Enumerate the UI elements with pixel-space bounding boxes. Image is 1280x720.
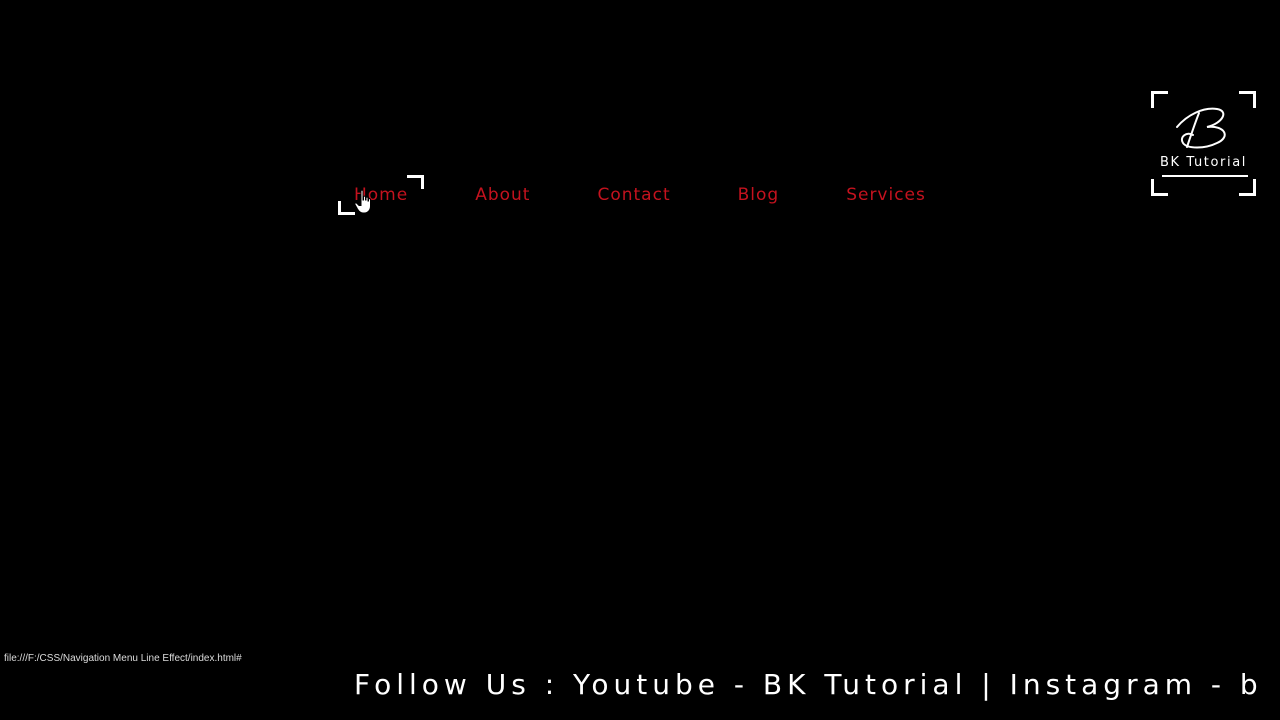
logo-text: BK Tutorial bbox=[1160, 155, 1247, 170]
logo-corner-top-left bbox=[1151, 91, 1168, 108]
follow-us-ticker: Follow Us : Youtube - BK Tutorial | Inst… bbox=[354, 668, 1263, 701]
nav-item-about[interactable]: About bbox=[475, 183, 530, 207]
logo-underline bbox=[1162, 175, 1248, 177]
nav-item-blog[interactable]: Blog bbox=[738, 183, 780, 207]
nav-item-label: Services bbox=[846, 185, 926, 205]
nav-item-label: Blog bbox=[737, 185, 780, 205]
bk-script-logo-icon bbox=[1176, 107, 1226, 149]
hover-corner-top-right bbox=[407, 175, 425, 189]
brand-logo[interactable]: BK Tutorial bbox=[1151, 91, 1256, 196]
nav-item-services[interactable]: Services bbox=[846, 183, 926, 207]
logo-corner-bottom-right bbox=[1239, 179, 1256, 196]
logo-corner-top-right bbox=[1239, 91, 1256, 108]
page: Home About Contact Blog Services BK Tuto… bbox=[0, 0, 1280, 720]
hand-pointer-icon bbox=[354, 189, 371, 214]
navigation-menu: Home About Contact Blog Services bbox=[338, 175, 926, 215]
nav-item-label: Contact bbox=[597, 185, 671, 205]
nav-item-contact[interactable]: Contact bbox=[597, 183, 670, 207]
hover-corner-bottom-left bbox=[338, 201, 355, 215]
nav-item-label: About bbox=[475, 185, 531, 205]
status-bar-url: file:///F:/CSS/Navigation Menu Line Effe… bbox=[4, 653, 242, 664]
logo-corner-bottom-left bbox=[1151, 179, 1168, 196]
